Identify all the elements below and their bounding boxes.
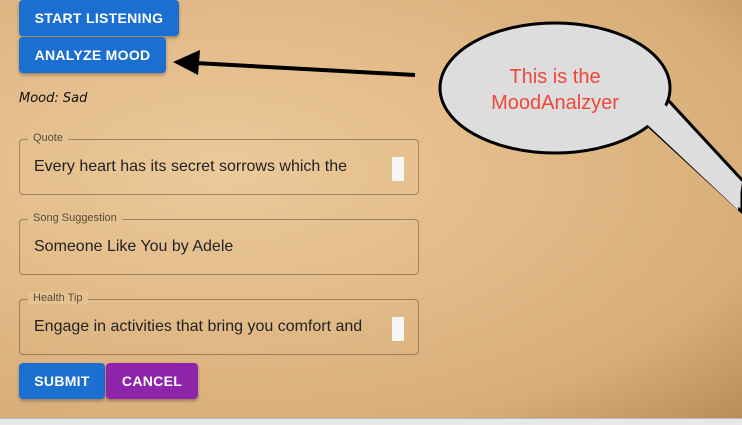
annotation-text: This is the MoodAnalzyer: [455, 64, 655, 116]
bottom-bar: [0, 418, 742, 425]
annotation-line-2: MoodAnalzyer: [491, 92, 619, 114]
annotation-line-1: This is the: [509, 66, 601, 88]
arrow-icon: [173, 50, 416, 77]
speech-bubble: [438, 21, 742, 215]
